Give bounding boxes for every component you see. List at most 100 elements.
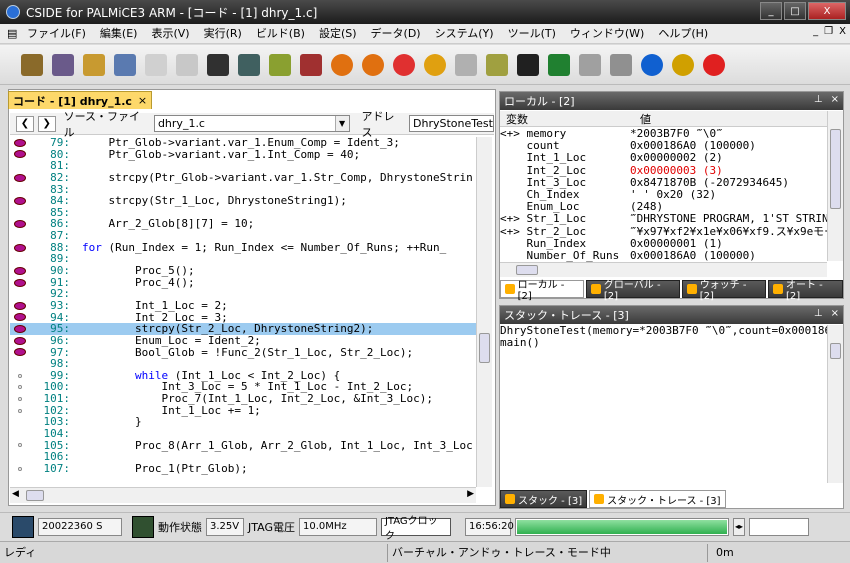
mdi-restore-button[interactable]: ❐: [824, 26, 833, 37]
breakpoint-marker[interactable]: [10, 195, 30, 207]
breakpoint-marker[interactable]: [10, 335, 30, 347]
tab-local-2[interactable]: ウォッチ - [2]: [682, 280, 767, 302]
scroll-left-icon[interactable]: ◀: [12, 489, 19, 499]
toolbar-button[interactable]: [421, 51, 449, 79]
column-value[interactable]: 値: [630, 111, 651, 127]
pin-icon[interactable]: ⊥: [814, 308, 823, 319]
local-variable-row[interactable]: Ch_Index ' ' 0x20 (32): [500, 188, 827, 201]
local-horizontal-scrollbar[interactable]: [500, 262, 827, 277]
breakpoint-marker[interactable]: [10, 428, 30, 440]
stack-frame[interactable]: main(): [500, 336, 827, 349]
code-line[interactable]: 88: for (Run_Index = 1; Run_Index <= Numb…: [10, 241, 476, 254]
maximize-button[interactable]: □: [784, 2, 806, 20]
menu-item[interactable]: 設定(S): [312, 24, 364, 44]
breakpoint-marker[interactable]: [10, 149, 30, 161]
splitter-handle[interactable]: ◂▸: [732, 517, 745, 536]
code-vertical-scrollbar[interactable]: [476, 137, 492, 487]
breakpoint-icon[interactable]: [14, 278, 26, 287]
toolbar-button[interactable]: [483, 51, 511, 79]
toolbar-button[interactable]: [669, 51, 697, 79]
breakpoint-marker[interactable]: [10, 358, 30, 370]
breakpoint-marker[interactable]: [10, 323, 30, 335]
breakpoint-icon[interactable]: [14, 301, 26, 310]
code-line[interactable]: 107: Proc_1(Ptr_Glob);: [10, 463, 476, 475]
toolbar-button[interactable]: [638, 51, 666, 79]
code-line[interactable]: 103: }: [10, 416, 476, 428]
scroll-thumb[interactable]: [830, 129, 841, 209]
toolbar-button[interactable]: [607, 51, 635, 79]
toolbar-button[interactable]: [359, 51, 387, 79]
scroll-thumb[interactable]: [516, 265, 538, 275]
stack-trace-list[interactable]: DhryStoneTest(memory=*2003B7F0 ‴\0‴,coun…: [500, 325, 827, 483]
document-icon[interactable]: ▤: [0, 24, 20, 44]
breakpoint-marker[interactable]: [10, 265, 30, 277]
toolbar-button[interactable]: [545, 51, 573, 79]
toolbar-button[interactable]: [142, 51, 170, 79]
breakpoint-icon[interactable]: [14, 266, 26, 275]
event-point-icon[interactable]: [18, 373, 22, 378]
breakpoint-marker[interactable]: [10, 184, 30, 196]
close-button[interactable]: X: [808, 2, 846, 20]
scroll-thumb[interactable]: [479, 333, 490, 363]
stack-vertical-scrollbar[interactable]: [827, 325, 843, 483]
scroll-right-icon[interactable]: ▶: [467, 489, 474, 499]
tab-local-3[interactable]: オート - [2]: [768, 280, 843, 302]
stack-frame[interactable]: DhryStoneTest(memory=*2003B7F0 ‴\0‴,coun…: [500, 325, 827, 337]
tab-local-1[interactable]: グローバル - [2]: [586, 280, 681, 302]
menu-item[interactable]: ファイル(F): [20, 24, 93, 44]
tab-stack-1[interactable]: スタック・トレース - [3]: [589, 490, 726, 508]
close-panel-icon[interactable]: ×: [831, 308, 839, 319]
chevron-down-icon[interactable]: ▼: [334, 116, 349, 131]
code-line[interactable]: 93: Int_1_Loc = 2;: [10, 300, 476, 312]
breakpoint-icon[interactable]: [14, 336, 26, 345]
toolbar-button[interactable]: [452, 51, 480, 79]
local-variable-row[interactable]: <+> Str_2_Loc ‴¥x97¥xf2¥x1e¥x06¥xf9.ス¥x9e…: [500, 225, 827, 238]
breakpoint-marker[interactable]: [10, 463, 30, 475]
toolbar-button[interactable]: [18, 51, 46, 79]
close-tab-icon[interactable]: ×: [138, 94, 147, 107]
local-variable-row[interactable]: <+> Str_1_Loc ‴DHRYSTONE PROGRAM, 1'ST ST…: [500, 213, 827, 225]
code-line[interactable]: 86: Arr_2_Glob[8][7] = 10;: [10, 218, 476, 230]
close-panel-icon[interactable]: ×: [831, 94, 839, 105]
local-variable-list[interactable]: <+> memory *2003B7F0 ‴\0‴ count 0x000186A0…: [500, 128, 827, 262]
forward-button[interactable]: ❯: [37, 115, 56, 132]
event-point-icon[interactable]: [18, 385, 22, 390]
toolbar-button[interactable]: [111, 51, 139, 79]
breakpoint-icon[interactable]: [14, 197, 26, 206]
local-variable-row[interactable]: Int_1_Loc 0x00000002 (2): [500, 152, 827, 164]
breakpoint-icon[interactable]: [14, 348, 26, 357]
toolbar-button[interactable]: [700, 51, 728, 79]
breakpoint-icon[interactable]: [14, 313, 26, 322]
breakpoint-icon[interactable]: [14, 243, 26, 252]
toolbar-button[interactable]: [204, 51, 232, 79]
column-variable[interactable]: 変数: [500, 111, 630, 127]
code-line[interactable]: 80: Ptr_Glob->variant.var_1.Int_Comp = 4…: [10, 148, 476, 161]
breakpoint-icon[interactable]: [14, 173, 26, 182]
toolbar-button[interactable]: [390, 51, 418, 79]
breakpoint-marker[interactable]: [10, 393, 30, 405]
menu-item[interactable]: データ(D): [364, 24, 428, 44]
code-line[interactable]: 92:: [10, 288, 476, 300]
menu-item[interactable]: ツール(T): [501, 24, 563, 44]
code-line[interactable]: 84: strcpy(Str_1_Loc, DhrystoneString1);: [10, 195, 476, 207]
menu-item[interactable]: ビルド(B): [249, 24, 312, 44]
breakpoint-icon[interactable]: [14, 150, 26, 159]
toolbar-button[interactable]: [49, 51, 77, 79]
jtag-clock-button[interactable]: JTAGクロック: [380, 516, 451, 542]
breakpoint-marker[interactable]: [10, 230, 30, 242]
pin-icon[interactable]: ⊥: [814, 94, 823, 105]
toolbar-button[interactable]: [514, 51, 542, 79]
breakpoint-marker[interactable]: [10, 207, 30, 219]
toolbar-button[interactable]: [235, 51, 263, 79]
event-point-icon[interactable]: [18, 408, 22, 413]
toolbar-button[interactable]: [266, 51, 294, 79]
mdi-close-button[interactable]: X: [839, 26, 846, 37]
breakpoint-marker[interactable]: [10, 172, 30, 184]
menu-item[interactable]: 実行(R): [197, 24, 249, 44]
menu-item[interactable]: システム(Y): [428, 24, 501, 44]
scroll-thumb[interactable]: [830, 343, 841, 359]
minimize-button[interactable]: _: [760, 2, 782, 20]
breakpoint-marker[interactable]: [10, 253, 30, 265]
breakpoint-marker[interactable]: [10, 300, 30, 312]
breakpoint-marker[interactable]: [10, 277, 30, 289]
